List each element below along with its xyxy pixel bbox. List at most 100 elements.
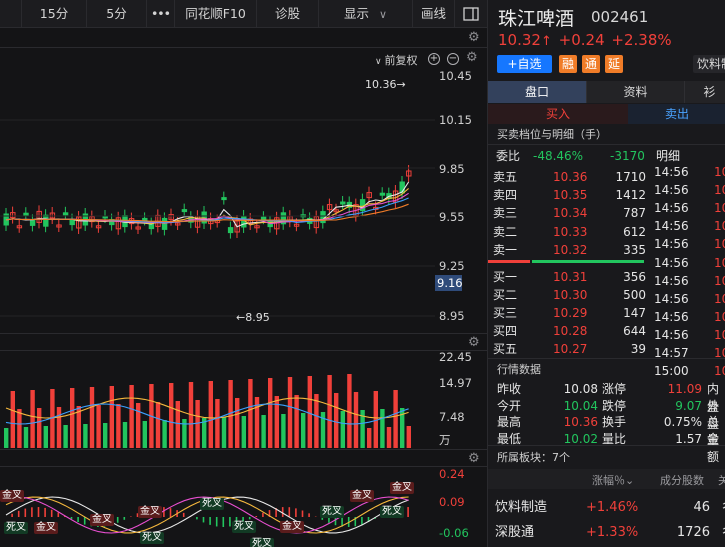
candle-body xyxy=(43,214,49,227)
level-volume: 644 xyxy=(623,324,646,339)
volume-bar xyxy=(281,414,286,448)
trade-price-partial: 10 xyxy=(714,273,725,288)
restore-label: 前复权 xyxy=(384,54,418,67)
gear-icon[interactable]: ⚙ xyxy=(466,50,478,65)
add-watchlist-button[interactable]: +自选 xyxy=(497,55,552,73)
level-price: 10.35 xyxy=(553,188,588,203)
sell-label: 卖出 xyxy=(664,107,689,121)
level-price: 10.32 xyxy=(553,242,588,257)
volume-bar xyxy=(195,400,200,448)
volume-header: ⚙ xyxy=(0,333,487,351)
candle-body xyxy=(142,217,148,221)
sector-col-count[interactable]: 成分股数 xyxy=(660,472,704,488)
more-periods-button[interactable]: ••• xyxy=(147,0,175,28)
gear-icon[interactable]: ⚙ xyxy=(468,451,480,466)
sector-tag[interactable]: 饮料制 xyxy=(693,55,725,73)
volume-bar xyxy=(235,398,240,448)
buy-button[interactable]: 买入 xyxy=(488,104,628,124)
volume-bar xyxy=(386,427,392,448)
sector-pct: +1.33% xyxy=(586,525,639,540)
sector-row[interactable]: 饮料制造 +1.46% 46 彳 xyxy=(488,499,725,519)
sector-col-pct[interactable]: 涨幅％⌄ xyxy=(592,472,634,488)
sector-header: 涨幅％⌄ 成分股数 关 xyxy=(488,469,725,489)
connect-tag[interactable]: 通 xyxy=(582,55,600,73)
quote-label: 涨停 xyxy=(602,382,627,396)
level-volume: 500 xyxy=(623,288,646,303)
sector-title: 所属板块：7个 xyxy=(497,451,570,464)
volume-bar xyxy=(327,375,332,448)
trade-detail-row: 14:56 10 xyxy=(654,235,725,253)
level-label: 卖二 xyxy=(493,224,518,239)
level-volume: 356 xyxy=(623,270,646,284)
level-volume: 147 xyxy=(623,306,646,321)
trade-detail-row: 14:56 10 xyxy=(654,272,725,290)
volume-bar xyxy=(103,423,108,448)
level-price: 10.28 xyxy=(553,324,588,339)
tab-profile[interactable]: 资料 xyxy=(586,81,684,103)
sidebar-toggle-button[interactable] xyxy=(455,0,487,28)
up-arrow-icon: ↑ xyxy=(540,34,552,49)
volume-bar xyxy=(63,425,68,448)
level-label: 买五 xyxy=(493,342,518,357)
volume-bar xyxy=(169,383,174,448)
panel-tabs: 盘口 资料 衫 xyxy=(488,81,725,103)
dead-cross-label: 死叉 xyxy=(140,532,164,544)
f10-button[interactable]: 同花顺F10 xyxy=(175,0,257,28)
volume-bar xyxy=(129,385,134,448)
level-volume: 1710 xyxy=(615,170,646,184)
gear-icon[interactable]: ⚙ xyxy=(468,335,480,350)
volume-bar xyxy=(136,403,141,448)
restore-dropdown[interactable]: ∨ 前复权 xyxy=(375,52,417,68)
sell-button[interactable]: 卖出 xyxy=(628,104,725,124)
trade-price-partial: 10 xyxy=(714,309,725,324)
weibi-bar-green xyxy=(532,260,644,263)
weibi-bar-red xyxy=(488,260,530,263)
trade-price-partial: 10 xyxy=(714,237,725,252)
candle-body xyxy=(379,192,386,196)
trade-detail-row: 14:56 10 xyxy=(654,308,725,326)
zoom-out-icon[interactable]: − xyxy=(447,53,459,65)
period-5min[interactable]: 5分 xyxy=(87,0,147,28)
delay-tag[interactable]: 延 xyxy=(605,55,623,73)
tab-handicap[interactable]: 盘口 xyxy=(488,81,586,103)
volume-bar xyxy=(83,424,88,448)
volume-bar xyxy=(10,391,15,448)
candle-body xyxy=(161,217,168,230)
volume-bar xyxy=(37,408,42,448)
sector-row[interactable]: 深股通 +1.33% 1726 彳 xyxy=(488,524,725,544)
zoom-in-icon[interactable]: + xyxy=(428,53,440,65)
margin-tag[interactable]: 融 xyxy=(559,55,577,73)
quote-panel: 珠江啤酒 002461 10.32↑ +0.24 +2.38% +自选 融 通 … xyxy=(487,0,725,547)
trade-time: 14:56 xyxy=(654,237,689,252)
trade-detail-row: 14:56 10 xyxy=(654,326,725,344)
orderbook-title: 买卖档位与明细（手） xyxy=(497,128,607,141)
level-label: 买四 xyxy=(493,324,518,339)
volume-bar xyxy=(4,428,9,448)
quote-row: 最高 10.36 换手 0.75% 总量 xyxy=(488,413,725,447)
draw-line-button[interactable]: 画线 xyxy=(413,0,455,28)
sector-col-extra[interactable]: 关 xyxy=(718,472,725,488)
price-line: 10.32↑ +0.24 +2.38% xyxy=(498,31,672,49)
trade-time: 14:56 xyxy=(654,165,689,179)
price-tick: 10.15 xyxy=(439,113,472,127)
dead-cross-label: 死叉 xyxy=(320,506,344,518)
high-marker: 10.36→ xyxy=(365,78,406,91)
kline-chart-area[interactable] xyxy=(0,70,487,547)
volume-bar xyxy=(162,420,167,448)
period-toolbar: 分时 15分 5分 ••• 同花顺F10 诊股 显示 ∨ 画线 xyxy=(0,0,487,28)
diagnose-button[interactable]: 诊股 xyxy=(257,0,319,28)
volume-bar xyxy=(294,395,299,448)
stock-code: 002461 xyxy=(591,8,649,26)
tab-more[interactable]: 衫 xyxy=(684,81,725,103)
quote-value: 10.08 xyxy=(563,382,598,396)
period-timeshare[interactable]: 分时 xyxy=(0,0,22,28)
price-tick: 9.25 xyxy=(439,259,465,273)
gear-icon[interactable]: ⚙ xyxy=(468,30,480,45)
display-dropdown[interactable]: 显示 ∨ xyxy=(319,0,413,28)
quote-title: 行情数据 xyxy=(497,363,541,376)
volume-bar xyxy=(43,426,48,448)
kline-header: ∨ 前复权 + − ⚙ xyxy=(0,48,487,70)
golden-cross-label: 金叉 xyxy=(350,490,374,502)
period-15min[interactable]: 15分 xyxy=(22,0,87,28)
level-price: 10.33 xyxy=(553,224,588,239)
